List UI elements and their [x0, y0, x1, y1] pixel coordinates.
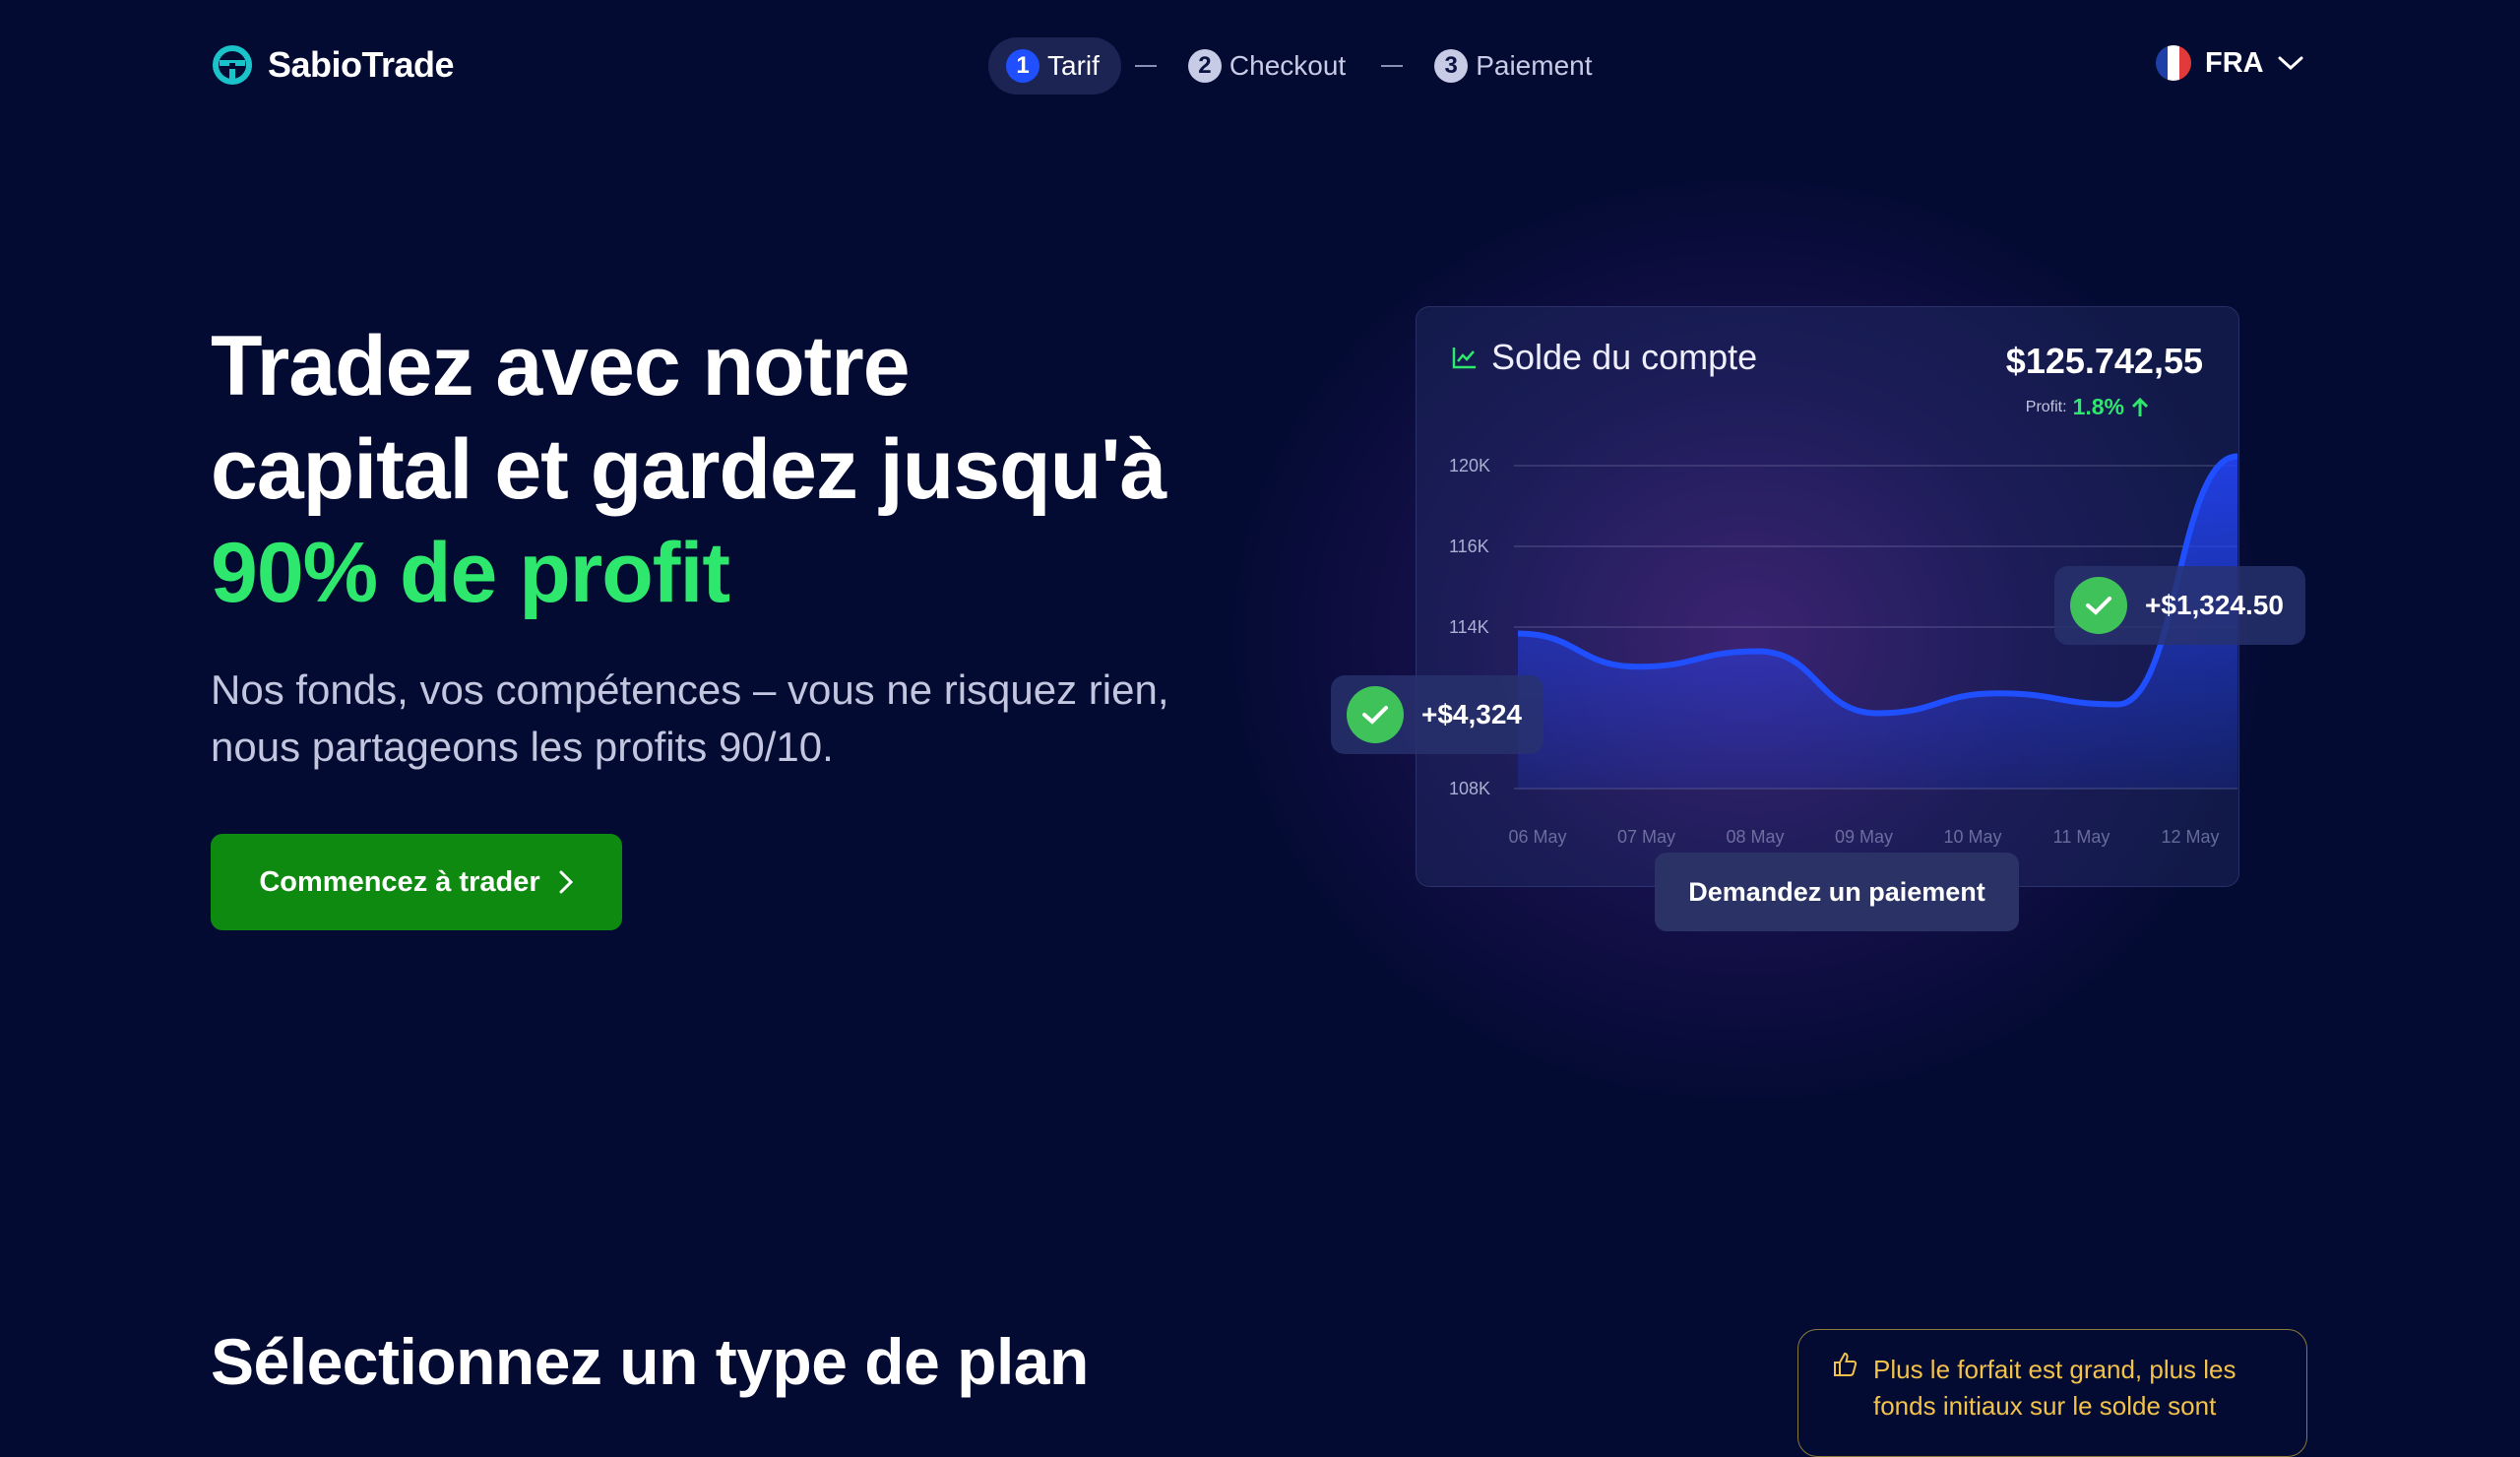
step-tarif[interactable]: 1 Tarif — [988, 37, 1121, 95]
sabiotrade-logo-icon — [211, 43, 254, 87]
y-tick-label: 108K — [1449, 779, 1490, 798]
brand-name: SabioTrade — [268, 44, 454, 86]
plans-title: Sélectionnez un type de plan — [211, 1324, 1089, 1399]
step-number: 1 — [1006, 49, 1040, 83]
hero-title-line1: Tradez avec notre — [211, 319, 910, 413]
x-tick-label: 10 May — [1943, 827, 2001, 847]
language-code: FRA — [2205, 47, 2264, 80]
step-label: Paiement — [1476, 50, 1592, 82]
profit-badge-value: +$4,324 — [1421, 699, 1522, 730]
chevron-down-icon — [2278, 55, 2303, 71]
brand-logo[interactable]: SabioTrade — [211, 43, 454, 87]
plan-tip-box: Plus le forfait est grand, plus les fond… — [1797, 1329, 2307, 1457]
profit-badge-value: +$1,324.50 — [2145, 590, 2284, 621]
profit-badge-left: +$4,324 — [1331, 675, 1544, 754]
step-paiement[interactable]: 3 Paiement — [1417, 37, 1613, 95]
chevron-right-icon — [558, 869, 574, 895]
x-tick-label: 08 May — [1726, 827, 1784, 847]
x-tick-label: 06 May — [1508, 827, 1566, 847]
y-tick-label: 120K — [1449, 456, 1490, 475]
x-tick-label: 09 May — [1835, 827, 1893, 847]
step-checkout[interactable]: 2 Checkout — [1170, 37, 1367, 95]
x-tick-label: 11 May — [2053, 827, 2110, 847]
request-payout-button[interactable]: Demandez un paiement — [1655, 853, 2019, 931]
step-divider — [1381, 65, 1403, 67]
hero-title-highlight: 90% de profit — [211, 522, 1293, 625]
language-selector[interactable]: FRA — [2156, 45, 2303, 81]
x-tick-label: 12 May — [2161, 827, 2219, 847]
step-divider — [1135, 65, 1157, 67]
y-tick-label: 114K — [1449, 617, 1489, 637]
step-number: 2 — [1188, 49, 1222, 83]
step-label: Checkout — [1229, 50, 1346, 82]
hero-title: Tradez avec notre capital et gardez jusq… — [211, 315, 1293, 625]
checkout-steps: 1 Tarif 2 Checkout 3 Paiement — [988, 37, 1614, 95]
france-flag-icon — [2156, 45, 2191, 81]
step-label: Tarif — [1047, 50, 1100, 82]
step-number: 3 — [1434, 49, 1468, 83]
hero-title-line2: capital et gardez jusqu'à — [211, 422, 1166, 517]
check-icon — [1347, 686, 1404, 743]
start-trading-label: Commencez à trader — [259, 866, 539, 899]
x-tick-label: 07 May — [1617, 827, 1675, 847]
start-trading-button[interactable]: Commencez à trader — [211, 834, 622, 930]
hero-subtitle: Nos fonds, vos compétences – vous ne ris… — [211, 662, 1195, 776]
plan-tip-text: Plus le forfait est grand, plus les fond… — [1873, 1352, 2267, 1456]
thumbs-up-icon — [1832, 1352, 1858, 1377]
profit-badge-right: +$1,324.50 — [2054, 566, 2305, 645]
y-tick-label: 116K — [1449, 537, 1489, 556]
check-icon — [2070, 577, 2127, 634]
